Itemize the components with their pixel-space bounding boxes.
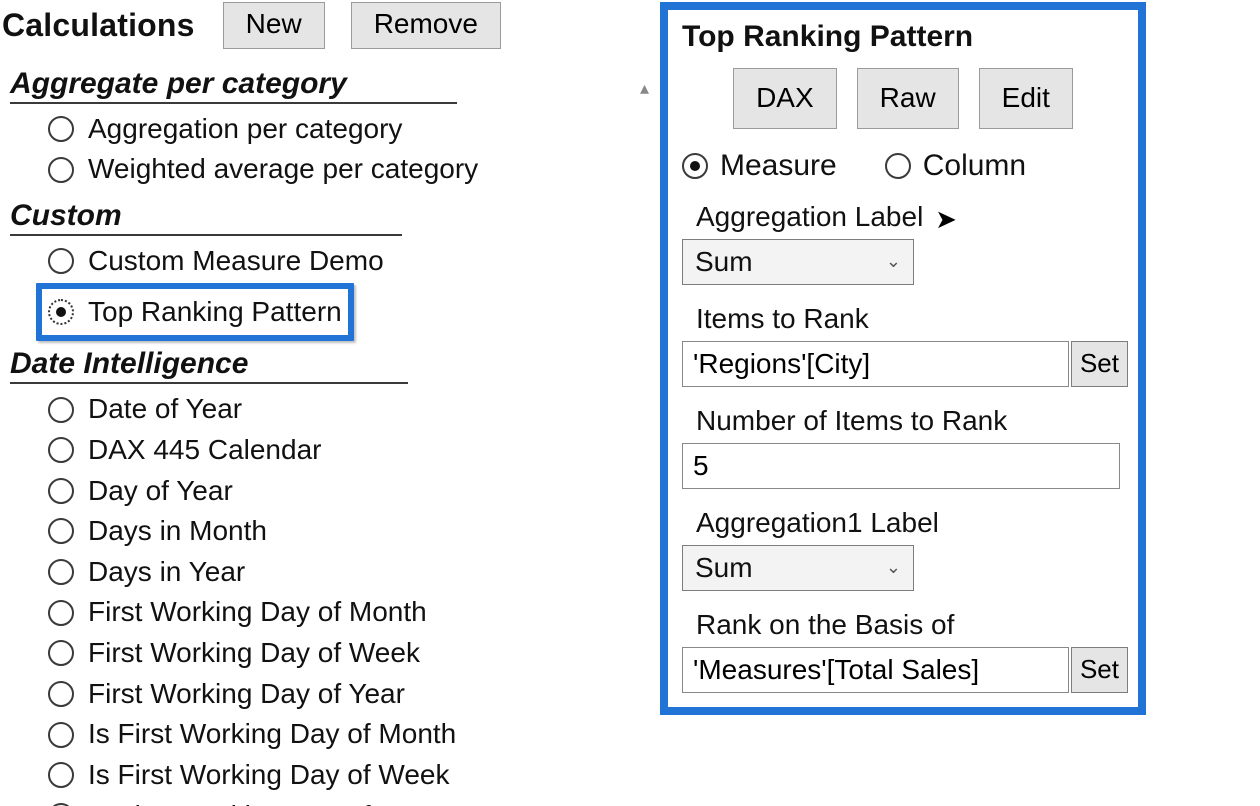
radio-icon: [48, 248, 74, 274]
calc-item-label: DAX 445 Calendar: [88, 431, 321, 470]
calc-item-label: Aggregation per category: [88, 110, 402, 149]
calc-item-label: Day of Year: [88, 472, 233, 511]
calc-item-date-of-year[interactable]: Date of Year: [48, 390, 640, 429]
scroll-up-icon: ▴: [640, 70, 652, 100]
panel-title: Top Ranking Pattern: [682, 20, 1128, 54]
radio-icon: [48, 299, 74, 325]
select-value: Sum: [695, 552, 753, 584]
radio-icon: [48, 722, 74, 748]
calculations-title: Calculations: [2, 7, 195, 44]
radio-icon: [48, 600, 74, 626]
calc-item-custom-measure-demo[interactable]: Custom Measure Demo: [48, 242, 640, 281]
number-of-items-caption: Number of Items to Rank: [696, 405, 1128, 437]
calc-item-day-of-year[interactable]: Day of Year: [48, 472, 640, 511]
calc-item-first-working-day-of-year[interactable]: First Working Day of Year: [48, 675, 640, 714]
raw-button[interactable]: Raw: [857, 68, 959, 129]
calc-item-label: Is First Working Day of Week: [88, 756, 450, 795]
radio-icon: [48, 762, 74, 788]
group-custom: Custom: [10, 199, 640, 236]
number-of-items-input[interactable]: [682, 443, 1120, 489]
aggregation-label-select[interactable]: Sum ⌄: [682, 239, 914, 285]
radio-icon: [48, 116, 74, 142]
radio-icon: [48, 157, 74, 183]
calc-item-label: Days in Year: [88, 553, 245, 592]
aggregation1-label-caption: Aggregation1 Label: [696, 507, 1128, 539]
calc-item-label: Is First Working Day of Month: [88, 715, 456, 754]
chevron-down-icon: ⌄: [886, 251, 901, 272]
kind-measure-label[interactable]: Measure: [720, 149, 837, 183]
calc-item-is-first-working-day-of-year[interactable]: Is First Working Day of Year: [48, 797, 640, 806]
aggregation-label-caption: Aggregation Label ➤: [696, 201, 1128, 233]
edit-button[interactable]: Edit: [979, 68, 1073, 129]
calc-item-weighted-average-per-category[interactable]: Weighted average per category: [48, 150, 640, 189]
calc-item-label: First Working Day of Year: [88, 675, 405, 714]
radio-icon: [48, 681, 74, 707]
radio-icon: [48, 518, 74, 544]
calc-item-days-in-month[interactable]: Days in Month: [48, 512, 640, 551]
radio-icon: [48, 478, 74, 504]
items-set-button[interactable]: Set: [1071, 341, 1128, 387]
calc-item-first-working-day-of-month[interactable]: First Working Day of Month: [48, 593, 640, 632]
radio-icon: [48, 559, 74, 585]
radio-icon: [48, 437, 74, 463]
highlight-box: Top Ranking Pattern: [36, 283, 354, 342]
radio-icon: [48, 640, 74, 666]
rank-basis-input[interactable]: [682, 647, 1069, 693]
calc-item-label: First Working Day of Month: [88, 593, 427, 632]
rank-basis-caption: Rank on the Basis of: [696, 609, 1128, 641]
radio-icon[interactable]: [885, 153, 911, 179]
items-to-rank-input[interactable]: [682, 341, 1069, 387]
items-to-rank-caption: Items to Rank: [696, 303, 1128, 335]
calc-item-label: Top Ranking Pattern: [88, 293, 342, 332]
remove-button[interactable]: Remove: [351, 2, 501, 49]
aggregation1-label-select[interactable]: Sum ⌄: [682, 545, 914, 591]
chevron-down-icon: ⌄: [886, 557, 901, 578]
calculations-panel: Calculations New Remove Aggregate per ca…: [0, 0, 640, 806]
calc-item-is-first-working-day-of-month[interactable]: Is First Working Day of Month: [48, 715, 640, 754]
calc-item-label: Is First Working Day of Year: [88, 797, 435, 806]
dax-button[interactable]: DAX: [733, 68, 837, 129]
kind-column-label[interactable]: Column: [923, 149, 1026, 183]
calc-item-label: Date of Year: [88, 390, 242, 429]
calc-item-is-first-working-day-of-week[interactable]: Is First Working Day of Week: [48, 756, 640, 795]
radio-icon: [48, 397, 74, 423]
group-date-intelligence: Date Intelligence: [10, 347, 640, 384]
calc-item-dax-445-calendar[interactable]: DAX 445 Calendar: [48, 431, 640, 470]
calc-item-first-working-day-of-week[interactable]: First Working Day of Week: [48, 634, 640, 673]
cursor-icon: ➤: [935, 204, 957, 234]
calc-item-label: Weighted average per category: [88, 150, 478, 189]
properties-panel: Top Ranking Pattern DAX Raw Edit Measure…: [660, 2, 1146, 715]
calc-item-aggregation-per-category[interactable]: Aggregation per category: [48, 110, 640, 149]
calc-item-label: Custom Measure Demo: [88, 242, 384, 281]
basis-set-button[interactable]: Set: [1071, 647, 1128, 693]
calc-item-label: First Working Day of Week: [88, 634, 420, 673]
group-aggregate-per-category: Aggregate per category: [10, 67, 640, 104]
calc-item-days-in-year[interactable]: Days in Year: [48, 553, 640, 592]
calc-item-top-ranking-pattern[interactable]: Top Ranking Pattern: [48, 293, 342, 332]
select-value: Sum: [695, 246, 753, 278]
new-button[interactable]: New: [223, 2, 325, 49]
calc-item-label: Days in Month: [88, 512, 267, 551]
radio-icon[interactable]: [682, 153, 708, 179]
